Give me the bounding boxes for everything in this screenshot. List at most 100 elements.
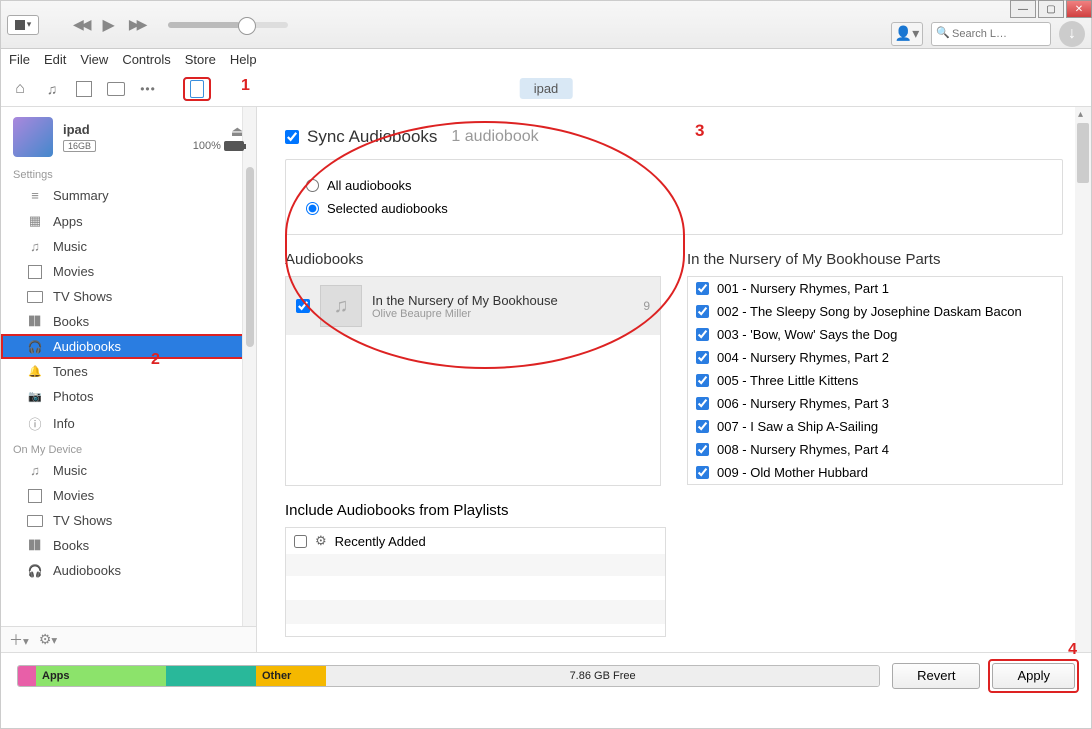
part-checkbox[interactable] <box>696 466 709 479</box>
sync-audiobooks-checkbox[interactable] <box>285 130 299 144</box>
sidebar-item-books[interactable]: Books <box>1 309 256 334</box>
apply-button[interactable]: Apply <box>992 663 1075 689</box>
menu-view[interactable]: View <box>80 52 108 67</box>
part-label: 003 - 'Bow, Wow' Says the Dog <box>717 327 897 342</box>
sidebar-item-info[interactable]: Info <box>1 409 256 438</box>
part-row[interactable]: 006 - Nursery Rhymes, Part 3 <box>688 392 1062 415</box>
menu-store[interactable]: Store <box>185 52 216 67</box>
sidebar-item-photos[interactable]: Photos <box>1 384 256 409</box>
sidebar-item-label: Summary <box>53 188 109 203</box>
audiobook-checkbox[interactable] <box>296 299 310 313</box>
ondevice-item-music[interactable]: Music <box>1 458 256 483</box>
tones-icon <box>27 365 43 378</box>
part-checkbox[interactable] <box>696 282 709 295</box>
playlists-list: Recently Added <box>285 527 666 637</box>
info-icon <box>27 414 43 433</box>
sidebar-item-summary[interactable]: Summary <box>1 183 256 208</box>
play-button[interactable] <box>103 15 115 35</box>
device-button[interactable] <box>183 77 211 101</box>
library-more-icon[interactable] <box>139 80 157 98</box>
sidebar-scrollbar[interactable] <box>242 107 256 652</box>
add-button[interactable]: ＋▾ <box>9 630 29 650</box>
sidebar-item-audiobooks[interactable]: Audiobooks <box>1 334 256 359</box>
part-row[interactable]: 002 - The Sleepy Song by Josephine Daska… <box>688 300 1062 323</box>
sidebar-item-label: Info <box>53 416 75 431</box>
search-input[interactable] <box>931 22 1051 46</box>
playlist-row[interactable]: Recently Added <box>286 528 665 554</box>
part-checkbox[interactable] <box>696 443 709 456</box>
library-tv-icon[interactable] <box>107 80 125 98</box>
sidebar-item-tones[interactable]: Tones <box>1 359 256 384</box>
part-checkbox[interactable] <box>696 305 709 318</box>
part-row[interactable]: 001 - Nursery Rhymes, Part 1 <box>688 277 1062 300</box>
library-music-icon[interactable] <box>43 80 61 98</box>
next-track-button[interactable] <box>129 16 145 34</box>
menu-controls[interactable]: Controls <box>122 52 170 67</box>
part-checkbox[interactable] <box>696 374 709 387</box>
part-row[interactable]: 005 - Three Little Kittens <box>688 369 1062 392</box>
settings-gear-icon[interactable]: ⚙▾ <box>39 631 57 648</box>
apps-icon <box>27 213 43 229</box>
account-button[interactable]: 👤▾ <box>891 22 923 46</box>
audiobooks-icon <box>27 340 43 354</box>
radio-selected-audiobooks[interactable] <box>306 202 319 215</box>
playlist-name: Recently Added <box>335 534 426 549</box>
ondevice-item-movies[interactable]: Movies <box>1 483 256 508</box>
revert-button[interactable]: Revert <box>892 663 980 689</box>
playlist-checkbox[interactable] <box>294 535 307 548</box>
tv-icon <box>27 515 43 527</box>
movies-icon <box>27 489 43 503</box>
ondevice-item-audiobooks[interactable]: Audiobooks <box>1 558 256 583</box>
smart-playlist-icon <box>315 533 327 549</box>
audiobooks-heading: Audiobooks <box>285 251 661 268</box>
device-pill[interactable]: ipad <box>520 78 573 99</box>
sidebar-item-label: Music <box>53 463 87 478</box>
footer: Apps Other 7.86 GB Free Revert 4 Apply <box>1 652 1091 698</box>
storage-segment-audio <box>18 666 36 686</box>
sidebar-item-movies[interactable]: Movies <box>1 259 256 284</box>
part-checkbox[interactable] <box>696 351 709 364</box>
books-icon <box>27 316 43 327</box>
sidebar-item-label: TV Shows <box>53 289 112 304</box>
storage-segment-apps: Apps <box>36 666 166 686</box>
titlebar: — ▢ ✕ 👤▾ ↓ <box>1 1 1091 49</box>
part-row[interactable]: 008 - Nursery Rhymes, Part 4 <box>688 438 1062 461</box>
main: 2 ipad 16GB 100% Settings SummaryAppsMus… <box>1 107 1091 652</box>
part-label: 007 - I Saw a Ship A-Sailing <box>717 419 878 434</box>
part-checkbox[interactable] <box>696 397 709 410</box>
part-checkbox[interactable] <box>696 420 709 433</box>
part-row[interactable]: 009 - Old Mother Hubbard <box>688 461 1062 484</box>
part-row[interactable]: 004 - Nursery Rhymes, Part 2 <box>688 346 1062 369</box>
menu-help[interactable]: Help <box>230 52 257 67</box>
annotation-4: 4 <box>1068 641 1077 659</box>
sidebar-item-apps[interactable]: Apps <box>1 208 256 234</box>
ondevice-item-books[interactable]: Books <box>1 533 256 558</box>
playlists-heading: Include Audiobooks from Playlists <box>285 502 666 519</box>
eject-icon[interactable] <box>193 123 244 140</box>
menu-file[interactable]: File <box>9 52 30 67</box>
home-icon[interactable] <box>11 80 29 98</box>
sidebar-item-tv-shows[interactable]: TV Shows <box>1 284 256 309</box>
library-movies-icon[interactable] <box>75 80 93 98</box>
battery-icon <box>224 141 244 151</box>
part-checkbox[interactable] <box>696 328 709 341</box>
tv-icon <box>27 291 43 303</box>
part-label: 008 - Nursery Rhymes, Part 4 <box>717 442 889 457</box>
storage-segment-free: 7.86 GB Free <box>326 666 879 686</box>
annotation-2: 2 <box>151 351 160 369</box>
menu-edit[interactable]: Edit <box>44 52 66 67</box>
part-row[interactable]: 003 - 'Bow, Wow' Says the Dog <box>688 323 1062 346</box>
audiobook-item[interactable]: ♫ In the Nursery of My Bookhouse Olive B… <box>286 277 660 335</box>
view-selector[interactable] <box>7 15 39 35</box>
part-label: 005 - Three Little Kittens <box>717 373 858 388</box>
downloads-button[interactable]: ↓ <box>1059 21 1085 47</box>
ondevice-item-tv-shows[interactable]: TV Shows <box>1 508 256 533</box>
radio-all-audiobooks[interactable] <box>306 179 319 192</box>
sidebar-item-label: Audiobooks <box>53 339 121 354</box>
movies-icon <box>27 265 43 279</box>
part-row[interactable]: 007 - I Saw a Ship A-Sailing <box>688 415 1062 438</box>
sidebar-item-music[interactable]: Music <box>1 234 256 259</box>
prev-track-button[interactable] <box>73 16 89 34</box>
content-scrollbar[interactable] <box>1075 107 1091 652</box>
volume-slider[interactable] <box>168 22 288 28</box>
